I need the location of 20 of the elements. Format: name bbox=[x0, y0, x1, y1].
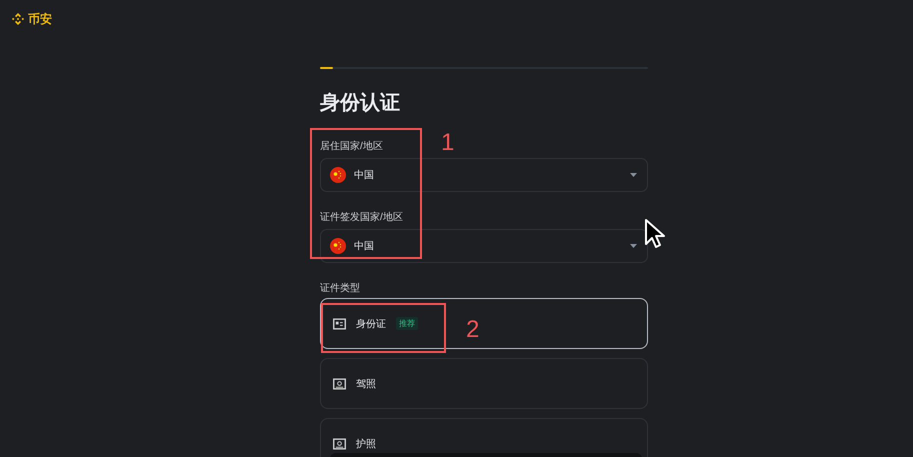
dropdown-caret-icon bbox=[630, 173, 637, 177]
page-title: 身份认证 bbox=[320, 91, 401, 115]
country-select[interactable]: 中国 bbox=[320, 158, 648, 192]
china-flag-icon bbox=[330, 238, 346, 254]
id-card-icon bbox=[333, 438, 346, 450]
dropdown-caret-icon bbox=[630, 244, 637, 248]
country-select[interactable]: 中国 bbox=[320, 229, 648, 263]
recommended-tag: 推荐 bbox=[396, 317, 418, 330]
field-label: 证件类型 bbox=[320, 283, 360, 295]
annotation-number: 2 bbox=[466, 315, 480, 345]
logo-icon bbox=[11, 12, 25, 26]
brand-name[interactable]: 币安 bbox=[28, 10, 52, 28]
china-flag-icon bbox=[330, 167, 346, 183]
mouse-cursor-icon bbox=[644, 218, 666, 250]
id-card-icon bbox=[333, 378, 346, 390]
document-option[interactable]: 驾照 bbox=[320, 358, 648, 409]
field-label: 证件签发国家/地区 bbox=[320, 212, 403, 224]
field-label: 居住国家/地区 bbox=[320, 141, 383, 153]
annotation-number: 1 bbox=[441, 128, 454, 158]
id-card-icon bbox=[333, 318, 346, 330]
